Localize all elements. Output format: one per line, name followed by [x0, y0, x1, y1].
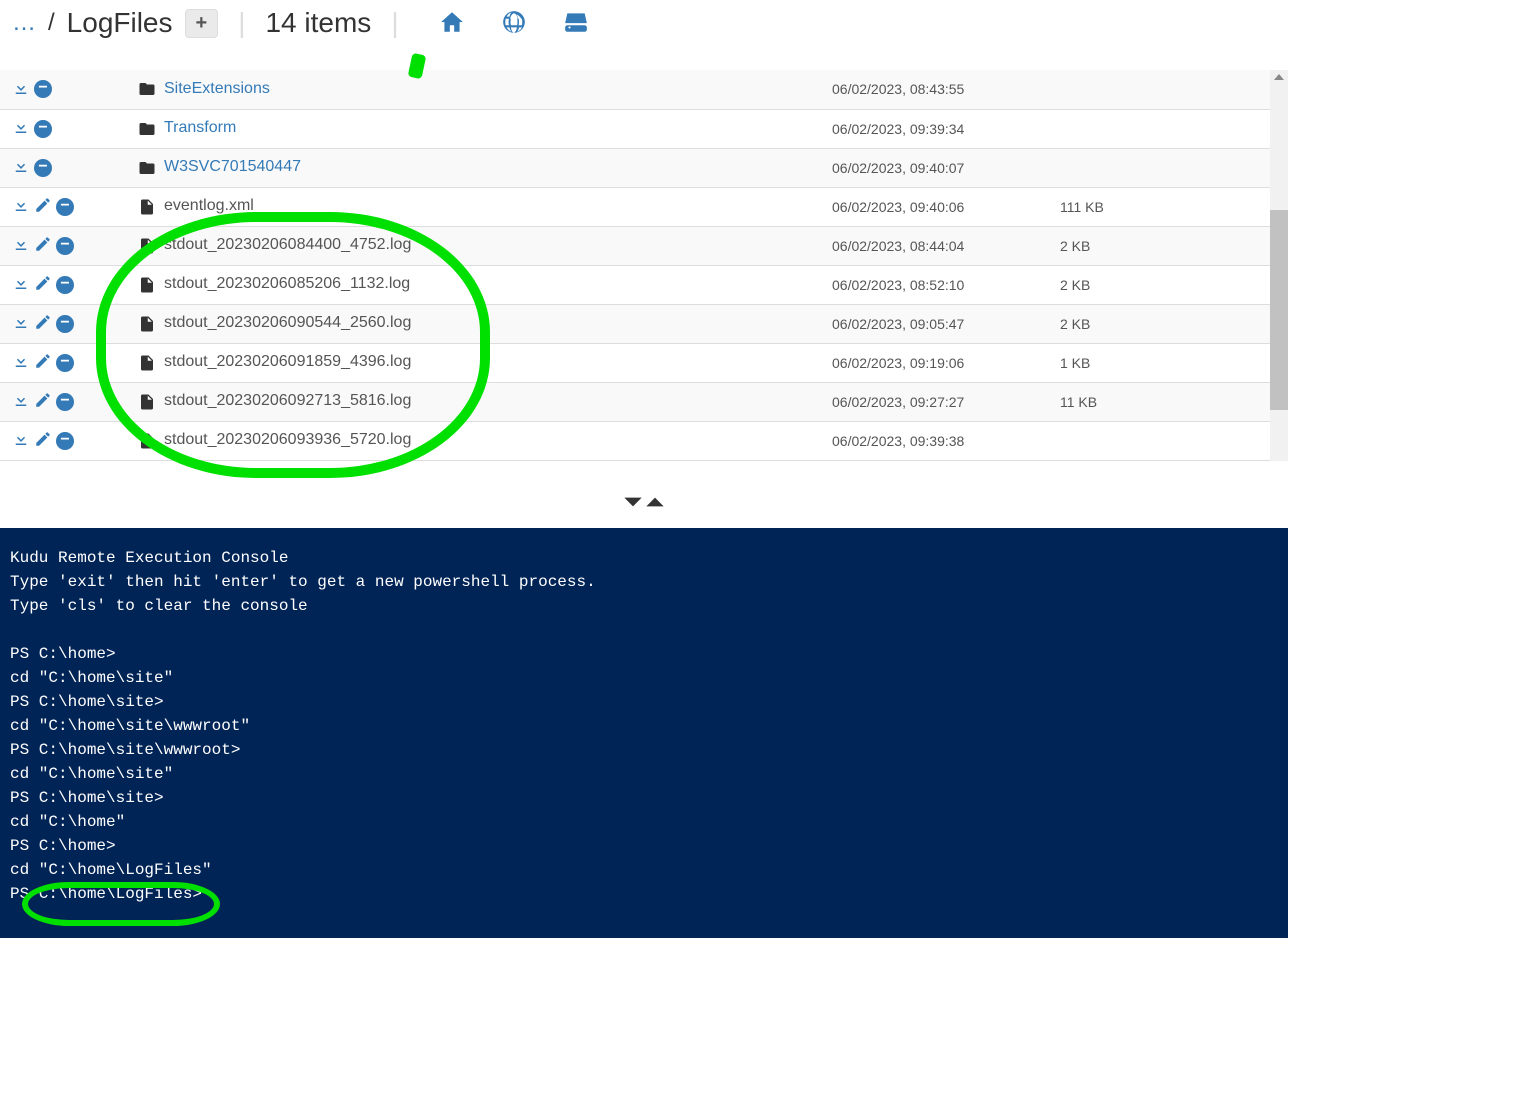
item-date: 06/02/2023, 08:52:10 [822, 265, 1050, 304]
item-name[interactable]: W3SVC701540447 [164, 158, 301, 175]
download-icon[interactable] [12, 235, 30, 256]
download-icon[interactable] [12, 157, 30, 178]
breadcrumb-separator: / [48, 9, 55, 37]
download-icon[interactable] [12, 196, 30, 217]
download-icon[interactable] [12, 391, 30, 412]
edit-icon[interactable] [34, 391, 52, 412]
edit-icon[interactable] [34, 352, 52, 373]
new-item-button[interactable]: + [185, 9, 219, 38]
download-icon[interactable] [12, 79, 30, 100]
toolbar: … / LogFiles + | 14 items | [0, 0, 1288, 46]
table-row: − W3SVC701540447 06/02/2023, 09:40:07 [0, 148, 1270, 187]
table-row: − stdout_20230206084400_4752.log 06/02/202… [0, 226, 1270, 265]
item-date: 06/02/2023, 08:44:04 [822, 226, 1050, 265]
delete-icon[interactable]: − [34, 120, 52, 138]
item-size: 11 KB [1050, 382, 1270, 421]
edit-icon[interactable] [34, 274, 52, 295]
edit-icon[interactable] [34, 313, 52, 334]
file-icon [138, 392, 156, 410]
breadcrumb-current: LogFiles [67, 7, 173, 39]
edit-icon[interactable] [34, 235, 52, 256]
file-icon [138, 236, 156, 254]
file-icon [138, 314, 156, 332]
item-name: stdout_20230206092713_5816.log [164, 392, 411, 409]
table-row: − stdout_20230206091859_4396.log 06/02/202… [0, 343, 1270, 382]
item-name[interactable]: SiteExtensions [164, 80, 270, 97]
delete-icon[interactable]: − [56, 393, 74, 411]
delete-icon[interactable]: − [34, 159, 52, 177]
delete-icon[interactable]: − [56, 354, 74, 372]
file-icon [138, 431, 156, 449]
download-icon[interactable] [12, 118, 30, 139]
delete-icon[interactable]: − [34, 80, 52, 98]
delete-icon[interactable]: − [56, 432, 74, 450]
file-table: − SiteExtensions 06/02/2023, 08:43:55 − Tran… [0, 70, 1270, 461]
item-name[interactable]: Transform [164, 119, 236, 136]
download-icon[interactable] [12, 274, 30, 295]
console[interactable]: Kudu Remote Execution Console Type 'exit… [0, 528, 1288, 938]
file-icon [138, 353, 156, 371]
item-size: 111 KB [1050, 187, 1270, 226]
file-icon [138, 275, 156, 293]
edit-icon[interactable] [34, 430, 52, 451]
table-row: − stdout_20230206085206_1132.log 06/02/202… [0, 265, 1270, 304]
file-icon [138, 197, 156, 215]
scroll-thumb[interactable] [1270, 210, 1288, 410]
globe-icon[interactable] [501, 9, 527, 38]
download-icon[interactable] [12, 430, 30, 451]
item-date: 06/02/2023, 08:43:55 [822, 70, 1050, 109]
table-row: − eventlog.xml 06/02/2023, 09:40:06111 KB [0, 187, 1270, 226]
table-row: − stdout_20230206090544_2560.log 06/02/202… [0, 304, 1270, 343]
folder-icon [138, 80, 156, 98]
breadcrumb-parent[interactable]: … [12, 9, 36, 37]
item-date: 06/02/2023, 09:27:27 [822, 382, 1050, 421]
folder-icon [138, 158, 156, 176]
item-size [1050, 421, 1270, 460]
table-row: − Transform 06/02/2023, 09:39:34 [0, 109, 1270, 148]
item-size [1050, 109, 1270, 148]
item-size: 2 KB [1050, 304, 1270, 343]
item-name: stdout_20230206091859_4396.log [164, 353, 411, 370]
item-name: stdout_20230206084400_4752.log [164, 236, 411, 253]
download-icon[interactable] [12, 352, 30, 373]
edit-icon[interactable] [34, 196, 52, 217]
item-name: stdout_20230206090544_2560.log [164, 314, 411, 331]
table-row: − stdout_20230206092713_5816.log 06/02/202… [0, 382, 1270, 421]
delete-icon[interactable]: − [56, 237, 74, 255]
item-date: 06/02/2023, 09:39:38 [822, 421, 1050, 460]
item-date: 06/02/2023, 09:40:07 [822, 148, 1050, 187]
divider: | [238, 7, 245, 39]
item-date: 06/02/2023, 09:19:06 [822, 343, 1050, 382]
scrollbar[interactable] [1270, 70, 1288, 461]
item-count: 14 items [265, 7, 371, 39]
item-date: 06/02/2023, 09:39:34 [822, 109, 1050, 148]
item-name: stdout_20230206093936_5720.log [164, 431, 411, 448]
delete-icon[interactable]: − [56, 198, 74, 216]
divider: | [391, 7, 398, 39]
delete-icon[interactable]: − [56, 276, 74, 294]
item-size: 1 KB [1050, 343, 1270, 382]
item-name: stdout_20230206085206_1132.log [164, 275, 410, 292]
folder-icon [138, 119, 156, 137]
item-size: 2 KB [1050, 226, 1270, 265]
item-date: 06/02/2023, 09:40:06 [822, 187, 1050, 226]
disk-icon[interactable] [563, 9, 589, 38]
table-row: − SiteExtensions 06/02/2023, 08:43:55 [0, 70, 1270, 109]
panel-resize-handle[interactable] [0, 493, 1288, 514]
delete-icon[interactable]: − [56, 315, 74, 333]
item-size: 2 KB [1050, 265, 1270, 304]
item-size [1050, 148, 1270, 187]
table-row: − stdout_20230206093936_5720.log 06/02/202… [0, 421, 1270, 460]
home-icon[interactable] [439, 9, 465, 38]
item-date: 06/02/2023, 09:05:47 [822, 304, 1050, 343]
download-icon[interactable] [12, 313, 30, 334]
item-size [1050, 70, 1270, 109]
scroll-up-icon[interactable] [1274, 74, 1284, 80]
item-name: eventlog.xml [164, 197, 254, 214]
